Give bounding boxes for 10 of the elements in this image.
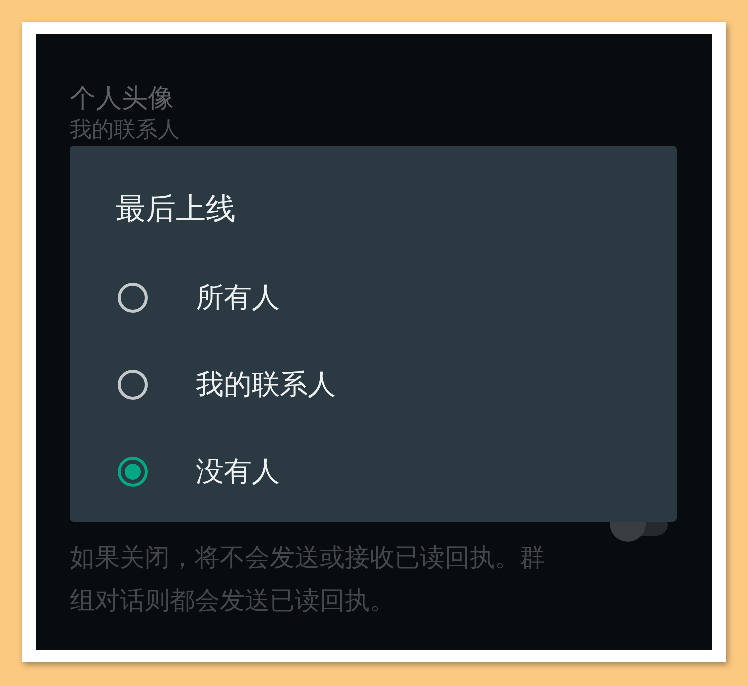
dialog-title: 最后上线 (116, 191, 237, 229)
setting-description: 如果关闭，将不会发送或接收已读回执。群组对话则都会发送已读回执。 (70, 542, 546, 617)
radio-button[interactable] (118, 456, 148, 486)
radio-option[interactable]: 没有人 (116, 428, 677, 515)
radio-option[interactable]: 我的联系人 (116, 341, 677, 428)
radio-button[interactable] (118, 282, 148, 312)
setting-value: 我的联系人 (70, 117, 181, 145)
radio-option[interactable]: 所有人 (116, 254, 677, 341)
setting-title: 个人头像 (70, 83, 175, 116)
radio-button[interactable] (118, 370, 148, 400)
